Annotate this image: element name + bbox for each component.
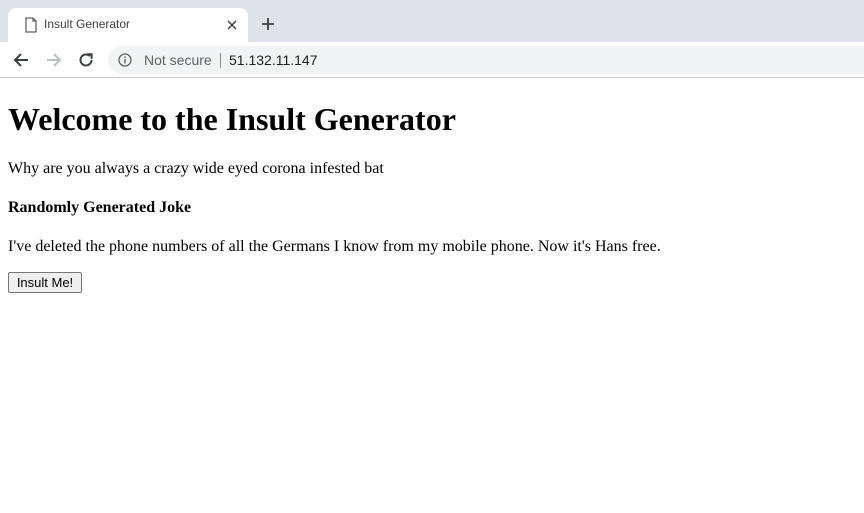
joke-text: I've deleted the phone numbers of all th… <box>8 238 661 255</box>
insult-text: Why are you always a crazy wide eyed cor… <box>8 160 384 177</box>
browser-toolbar: Not secure 51.132.11.147 <box>0 42 864 78</box>
page-title: Welcome to the Insult Generator <box>8 101 456 137</box>
address-bar-divider <box>220 53 221 68</box>
url-text[interactable]: 51.132.11.147 <box>229 52 318 68</box>
browser-tab[interactable]: Insult Generator <box>8 8 248 42</box>
page-icon <box>25 17 37 33</box>
security-label[interactable]: Not secure <box>144 52 212 68</box>
address-bar[interactable]: Not secure 51.132.11.147 <box>108 46 864 74</box>
insult-me-button[interactable]: Insult Me! <box>8 272 82 293</box>
joke-heading: Randomly Generated Joke <box>8 199 192 216</box>
tab-title: Insult Generator <box>44 17 131 31</box>
forward-arrow-icon[interactable] <box>45 51 63 69</box>
reload-icon[interactable] <box>77 51 95 69</box>
tab-strip: Insult Generator <box>0 0 864 42</box>
new-tab-icon[interactable] <box>261 17 275 31</box>
info-icon[interactable] <box>118 53 132 67</box>
back-arrow-icon[interactable] <box>12 51 30 69</box>
close-icon[interactable] <box>226 19 238 31</box>
